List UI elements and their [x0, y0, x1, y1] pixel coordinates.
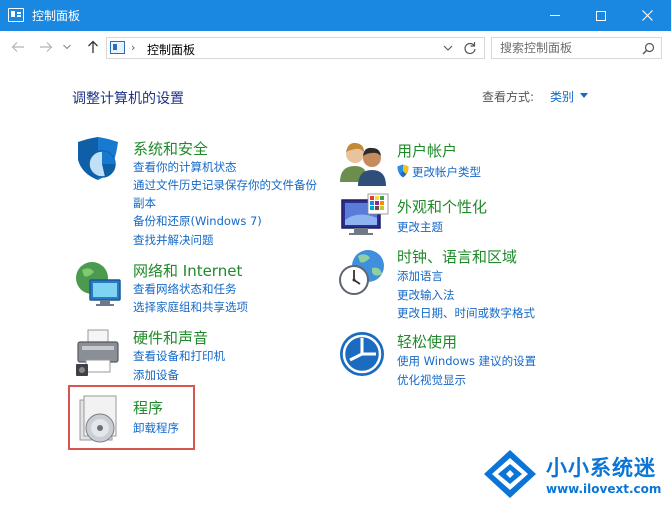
link-change-date-time-format[interactable]: 更改日期、时间或数字格式	[397, 305, 535, 321]
up-button[interactable]	[83, 37, 103, 57]
category-clock-language-region[interactable]: 时钟、语言和区域	[397, 246, 517, 267]
arrow-up-icon	[88, 40, 98, 53]
close-button[interactable]	[624, 0, 670, 31]
printer-icon[interactable]	[72, 326, 124, 378]
recent-locations-button[interactable]	[60, 37, 74, 57]
window-title: 控制面板	[32, 9, 81, 23]
link-change-account-type[interactable]: 更改帐户类型	[412, 164, 481, 180]
arrow-left-icon	[11, 42, 24, 52]
ease-of-access-icon[interactable]	[338, 328, 390, 380]
link-homegroup-sharing[interactable]: 选择家庭组和共享选项	[133, 299, 248, 315]
appearance-monitor-icon[interactable]	[338, 192, 390, 244]
category-ease-of-access[interactable]: 轻松使用	[397, 331, 457, 352]
highlight-box	[68, 385, 195, 450]
minimize-icon	[550, 15, 560, 16]
link-add-device[interactable]: 添加设备	[133, 367, 179, 383]
link-view-computer-status[interactable]: 查看你的计算机状态	[133, 159, 237, 175]
shield-icon[interactable]	[72, 136, 124, 188]
control-panel-icon	[110, 41, 125, 54]
category-hardware-sound[interactable]: 硬件和声音	[133, 327, 208, 348]
maximize-button[interactable]	[578, 0, 624, 31]
control-panel-icon	[8, 8, 24, 22]
link-optimize-visual-display[interactable]: 优化视觉显示	[397, 372, 466, 388]
chevron-right-icon[interactable]: ›	[131, 41, 135, 54]
search-box[interactable]	[491, 37, 662, 59]
watermark-logo-icon	[484, 450, 536, 498]
category-network-internet[interactable]: 网络和 Internet	[133, 260, 242, 281]
arrow-right-icon	[40, 42, 53, 52]
breadcrumb-control-panel[interactable]: 控制面板	[147, 41, 195, 58]
network-globe-icon[interactable]	[72, 258, 124, 310]
title-bar: 控制面板	[0, 0, 671, 31]
chevron-down-icon	[63, 44, 71, 50]
link-devices-printers[interactable]: 查看设备和打印机	[133, 348, 225, 364]
category-user-accounts[interactable]: 用户帐户	[397, 140, 457, 161]
back-button[interactable]	[8, 37, 28, 57]
link-backup-restore-win7[interactable]: 备份和还原(Windows 7)	[133, 213, 262, 229]
address-bar[interactable]: › 控制面板	[106, 37, 485, 59]
watermark-url: www.ilovext.com	[546, 482, 662, 496]
link-file-history-backup[interactable]: 通过文件历史记录保存你的文件备份	[133, 177, 317, 193]
view-by-label: 查看方式:	[482, 90, 535, 104]
minimize-button[interactable]	[532, 0, 578, 31]
users-icon[interactable]	[338, 138, 390, 190]
navigation-bar: › 控制面板	[0, 31, 671, 63]
link-add-language[interactable]: 添加语言	[397, 268, 443, 284]
link-backup-copy[interactable]: 副本	[133, 195, 156, 211]
category-system-security[interactable]: 系统和安全	[133, 138, 208, 159]
page-title: 调整计算机的设置	[72, 91, 184, 107]
watermark-name: 小小系统迷	[546, 456, 656, 480]
category-appearance[interactable]: 外观和个性化	[397, 196, 487, 217]
link-change-theme[interactable]: 更改主题	[397, 219, 443, 235]
link-change-input-method[interactable]: 更改输入法	[397, 287, 455, 303]
close-icon	[641, 10, 653, 21]
clock-globe-icon[interactable]	[338, 246, 390, 298]
refresh-icon[interactable]	[463, 41, 477, 55]
chevron-down-icon[interactable]	[580, 93, 588, 98]
forward-button[interactable]	[36, 37, 56, 57]
maximize-icon	[596, 10, 606, 21]
search-input[interactable]	[500, 40, 640, 56]
chevron-down-icon[interactable]	[443, 42, 453, 54]
link-troubleshoot[interactable]: 查找并解决问题	[133, 232, 214, 248]
uac-shield-icon	[397, 164, 409, 178]
view-by-dropdown[interactable]: 类别	[550, 88, 574, 105]
link-windows-recommended-settings[interactable]: 使用 Windows 建议的设置	[397, 353, 536, 369]
link-network-status[interactable]: 查看网络状态和任务	[133, 281, 237, 297]
search-icon[interactable]	[642, 42, 655, 55]
